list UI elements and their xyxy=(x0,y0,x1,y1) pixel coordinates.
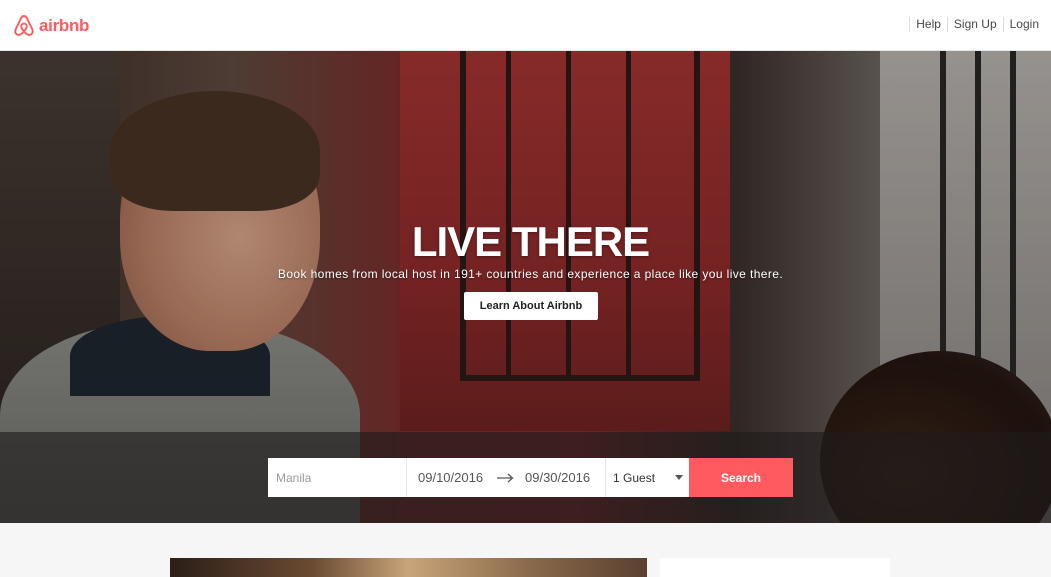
hero-section: LIVE THERE Book homes from local host in… xyxy=(0,51,1051,523)
featured-listing-card xyxy=(660,558,890,577)
help-link[interactable]: Help xyxy=(909,17,947,32)
login-link[interactable]: Login xyxy=(1002,17,1045,32)
search-button[interactable]: Search xyxy=(689,458,793,497)
check-out-date[interactable]: 09/30/2016 xyxy=(525,470,595,485)
featured-listing-photo[interactable] xyxy=(170,558,647,577)
caret-down-icon xyxy=(675,475,683,480)
content-section xyxy=(0,523,1051,577)
learn-about-button[interactable]: Learn About Airbnb xyxy=(464,292,598,320)
search-bar-band: 09/10/2016 09/30/2016 1 Guest Search xyxy=(0,432,1051,523)
search-form: 09/10/2016 09/30/2016 1 Guest Search xyxy=(268,458,793,497)
check-in-date[interactable]: 09/10/2016 xyxy=(418,470,488,485)
airbnb-logo[interactable]: airbnb xyxy=(13,13,89,39)
hero-title: LIVE THERE xyxy=(411,218,650,265)
hero-subtitle: Book homes from local host in 191+ count… xyxy=(277,267,784,281)
header-nav: Help Sign Up Login xyxy=(909,17,1045,32)
top-nav-bar: airbnb Help Sign Up Login xyxy=(0,0,1051,51)
airbnb-belo-icon xyxy=(14,15,34,36)
logo-wordmark: airbnb xyxy=(39,16,90,35)
guests-value: 1 Guest xyxy=(613,470,656,485)
guests-select[interactable]: 1 Guest xyxy=(606,458,689,497)
location-input[interactable] xyxy=(276,470,396,485)
sign-up-link[interactable]: Sign Up xyxy=(946,17,1003,32)
location-field[interactable] xyxy=(268,458,407,497)
date-range-field[interactable]: 09/10/2016 09/30/2016 xyxy=(407,458,606,497)
arrow-right-icon xyxy=(490,473,520,483)
